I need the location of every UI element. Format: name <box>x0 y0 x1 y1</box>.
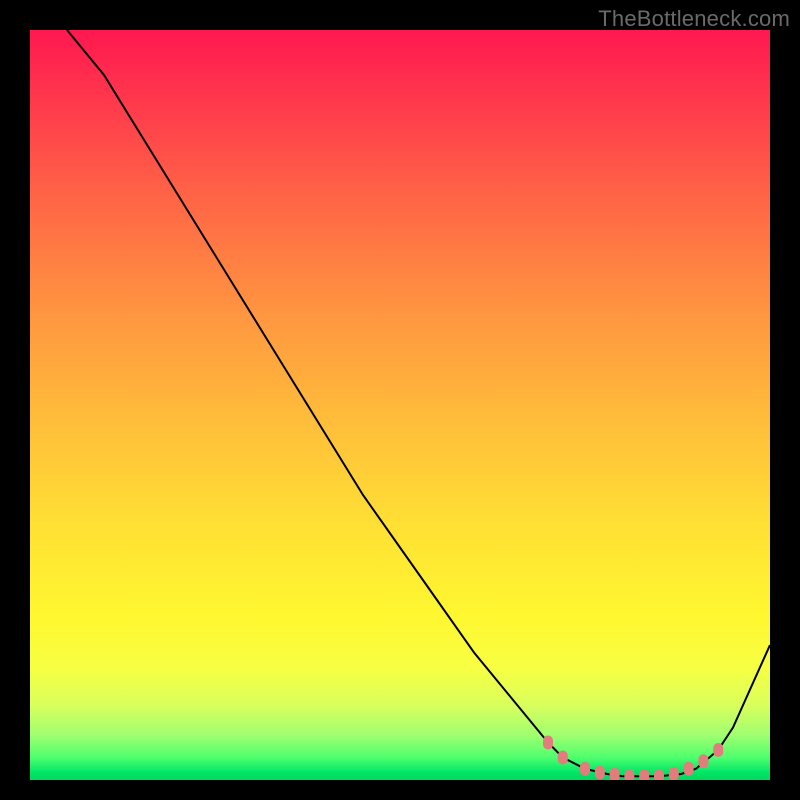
marker-point <box>639 769 649 780</box>
marker-point <box>624 769 634 780</box>
marker-point <box>713 743 723 757</box>
marker-point <box>580 762 590 776</box>
plot-area <box>30 30 770 780</box>
marker-point <box>595 766 605 780</box>
marker-group <box>543 736 723 781</box>
marker-point <box>654 769 664 780</box>
marker-point <box>684 762 694 776</box>
chart-svg <box>30 30 770 780</box>
marker-point <box>558 751 568 765</box>
marker-point <box>698 754 708 768</box>
watermark-text: TheBottleneck.com <box>598 6 790 32</box>
chart-container: TheBottleneck.com <box>0 0 800 800</box>
marker-point <box>669 767 679 780</box>
marker-point <box>543 736 553 750</box>
marker-point <box>610 768 620 780</box>
bottleneck-curve-path <box>67 30 770 776</box>
